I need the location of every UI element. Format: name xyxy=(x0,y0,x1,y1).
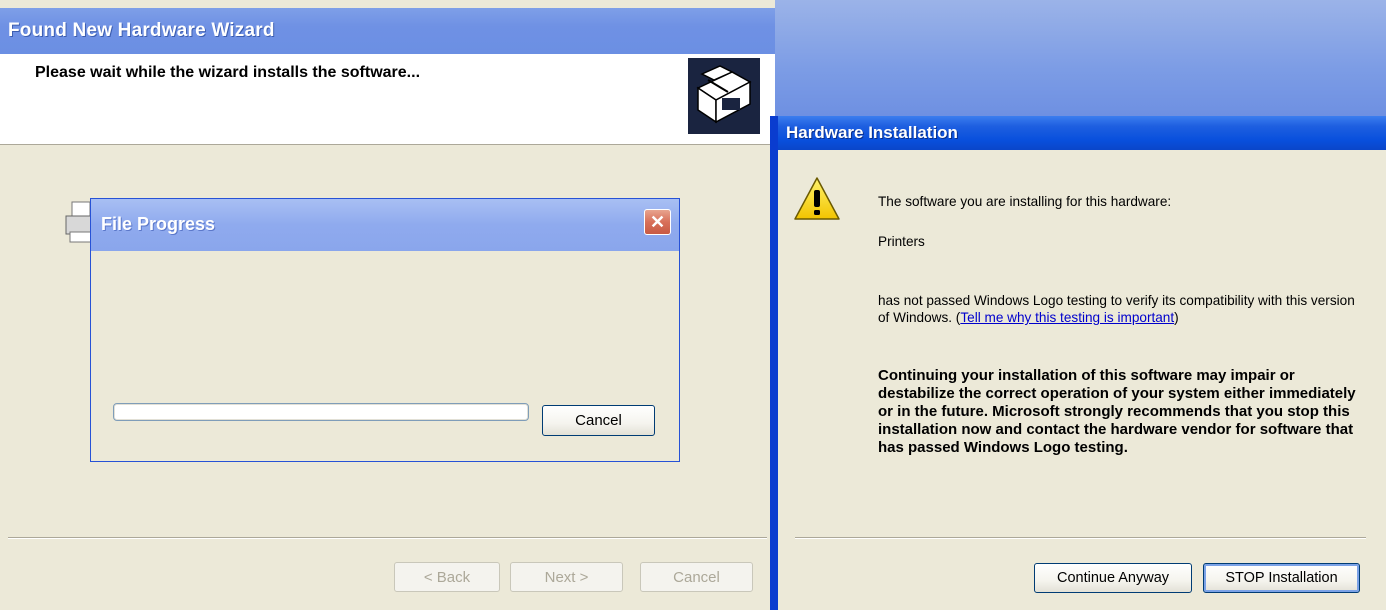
hardware-installation-title: Hardware Installation xyxy=(786,123,958,142)
next-button[interactable]: Next > xyxy=(510,562,623,592)
continue-anyway-button[interactable]: Continue Anyway xyxy=(1034,563,1192,593)
installation-warning-text: Continuing your installation of this sof… xyxy=(878,367,1356,456)
logo-testing-close-paren: ) xyxy=(1174,310,1179,325)
file-progress-title: File Progress xyxy=(101,214,216,234)
wizard-title: Found New Hardware Wizard xyxy=(8,20,275,41)
hardware-installation-line1: The software you are installing for this… xyxy=(878,194,1172,209)
wizard-header-text: Please wait while the wizard installs th… xyxy=(35,64,421,81)
file-progress-cancel-button[interactable]: Cancel xyxy=(542,405,655,436)
back-button[interactable]: < Back xyxy=(394,562,500,592)
wizard-cancel-button[interactable]: Cancel xyxy=(640,562,753,592)
close-icon[interactable]: ✕ xyxy=(644,209,671,235)
logo-testing-message: has not passed Windows Logo testing to v… xyxy=(878,292,1368,326)
hardware-installation-separator xyxy=(795,537,1366,539)
file-progress-bar xyxy=(113,403,529,421)
desktop-background xyxy=(775,0,1386,116)
hardware-box-icon xyxy=(688,58,760,134)
dialog-left-border xyxy=(770,116,778,610)
device-name: Printers xyxy=(878,234,925,249)
warning-icon xyxy=(794,177,840,220)
tell-me-why-link[interactable]: Tell me why this testing is important xyxy=(960,310,1174,325)
wizard-separator xyxy=(8,537,767,539)
stop-installation-button[interactable]: STOP Installation xyxy=(1203,563,1360,593)
